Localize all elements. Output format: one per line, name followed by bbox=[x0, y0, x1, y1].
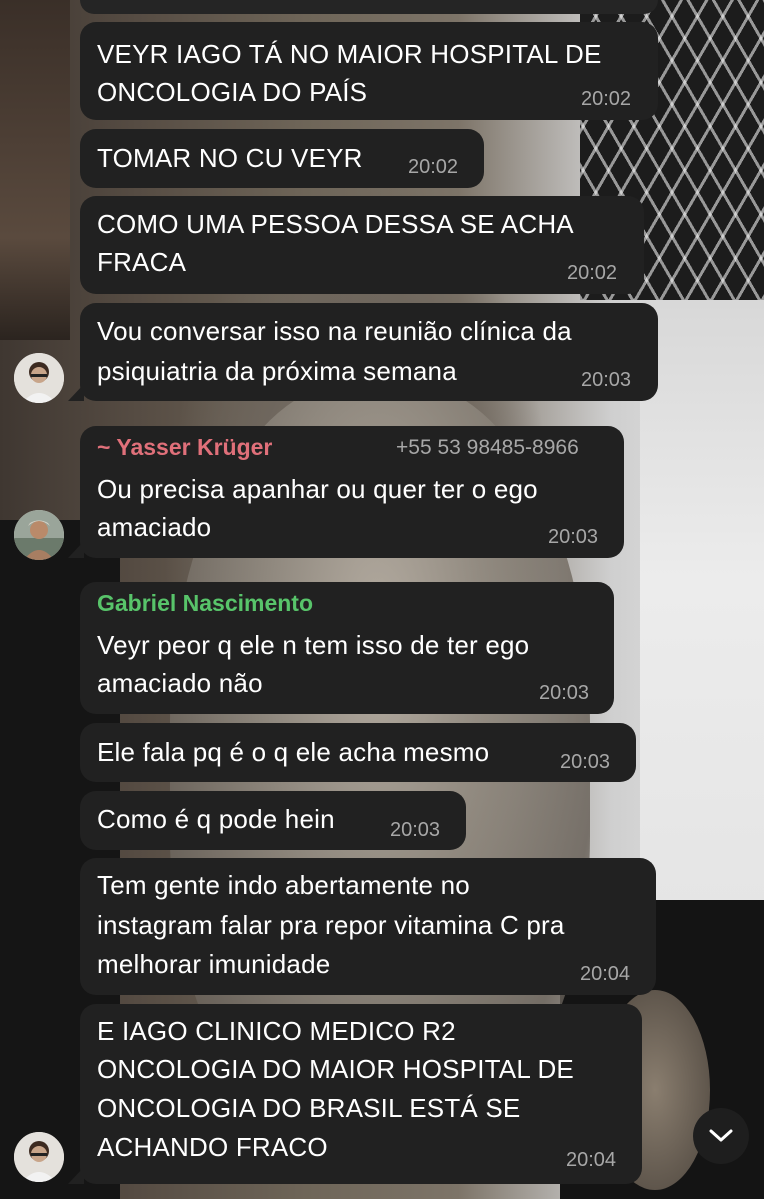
avatar[interactable] bbox=[14, 1132, 64, 1182]
sender-name[interactable]: ~ Yasser Krüger bbox=[97, 434, 272, 461]
bubble-tail bbox=[68, 541, 84, 558]
message-bubble[interactable]: ~ Yasser Krüger +55 53 98485-8966 Ou pre… bbox=[80, 426, 624, 558]
message-text-line: FRACA bbox=[97, 247, 187, 277]
message-time: 20:03 bbox=[581, 369, 632, 391]
message-text-line: ONCOLOGIA DO BRASIL ESTÁ SE bbox=[97, 1093, 521, 1123]
message-text-line: instagram falar pra repor vitamina C pra bbox=[97, 910, 565, 940]
message-text-line: Ele fala pq é o q ele acha mesmo bbox=[97, 737, 490, 767]
message-time: 20:04 bbox=[580, 963, 631, 985]
message-time: 20:02 bbox=[581, 88, 632, 110]
message-text-line: Como é q pode hein bbox=[97, 804, 335, 834]
message-text-line: ACHANDO FRACO bbox=[97, 1132, 328, 1162]
message-text-line: Ou precisa apanhar ou quer ter o ego bbox=[97, 474, 538, 504]
message-text-line: Veyr peor q ele n tem isso de ter ego bbox=[97, 630, 530, 660]
message-time: 20:04 bbox=[566, 1149, 617, 1171]
message-text-line: TOMAR NO CU VEYR bbox=[97, 143, 363, 173]
message-text-line: COMO UMA PESSOA DESSA SE ACHA bbox=[97, 209, 574, 239]
message-text-line: psiquiatria da próxima semana bbox=[97, 356, 457, 386]
message-time: 20:03 bbox=[539, 682, 590, 704]
message-bubble[interactable]: E IAGO CLINICO MEDICO R2 ONCOLOGIA DO MA… bbox=[80, 1004, 642, 1184]
message-time: 20:03 bbox=[560, 751, 611, 773]
message-text-line: Tem gente indo abertamente no bbox=[97, 870, 470, 900]
avatar[interactable] bbox=[14, 510, 64, 560]
avatar-photo bbox=[14, 353, 64, 403]
message-text-line: amaciado bbox=[97, 512, 212, 542]
avatar-photo bbox=[14, 1132, 64, 1182]
chevron-down-icon bbox=[709, 1129, 733, 1142]
previous-message-edge bbox=[80, 0, 658, 14]
bubble-tail bbox=[68, 384, 84, 401]
message-bubble[interactable]: VEYR IAGO TÁ NO MAIOR HOSPITAL DE ONCOLO… bbox=[80, 22, 658, 120]
avatar-photo bbox=[14, 510, 64, 560]
message-text-line: ONCOLOGIA DO PAÍS bbox=[97, 77, 368, 107]
message-time: 20:02 bbox=[408, 156, 459, 178]
message-bubble[interactable]: Como é q pode hein 20:03 bbox=[80, 791, 466, 850]
avatar[interactable] bbox=[14, 353, 64, 403]
message-text-line: VEYR IAGO TÁ NO MAIOR HOSPITAL DE bbox=[97, 39, 602, 69]
message-text-line: melhorar imunidade bbox=[97, 949, 331, 979]
message-bubble[interactable]: Tem gente indo abertamente no instagram … bbox=[80, 858, 656, 995]
message-time: 20:03 bbox=[390, 819, 441, 841]
message-bubble[interactable]: Gabriel Nascimento Veyr peor q ele n tem… bbox=[80, 582, 614, 714]
bubble-tail bbox=[68, 1167, 84, 1184]
message-bubble[interactable]: TOMAR NO CU VEYR 20:02 bbox=[80, 129, 484, 188]
message-text-line: E IAGO CLINICO MEDICO R2 bbox=[97, 1016, 456, 1046]
message-bubble[interactable]: Vou conversar isso na reunião clínica da… bbox=[80, 303, 658, 401]
message-time: 20:02 bbox=[567, 262, 618, 284]
message-bubble[interactable]: COMO UMA PESSOA DESSA SE ACHA FRACA 20:0… bbox=[80, 196, 644, 294]
message-text-line: Vou conversar isso na reunião clínica da bbox=[97, 316, 572, 346]
message-bubble[interactable]: Ele fala pq é o q ele acha mesmo 20:03 bbox=[80, 723, 636, 782]
sender-name[interactable]: Gabriel Nascimento bbox=[97, 590, 313, 617]
sender-phone: +55 53 98485-8966 bbox=[396, 436, 579, 459]
message-time: 20:03 bbox=[548, 526, 599, 548]
message-text-line: amaciado não bbox=[97, 668, 263, 698]
message-text-line: ONCOLOGIA DO MAIOR HOSPITAL DE bbox=[97, 1054, 574, 1084]
scroll-to-bottom-button[interactable] bbox=[693, 1108, 749, 1164]
